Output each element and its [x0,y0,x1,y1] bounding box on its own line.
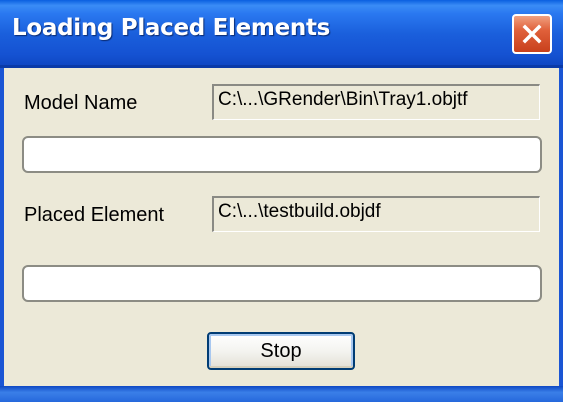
placed-element-label: Placed Element [24,204,165,226]
close-button[interactable] [512,14,552,54]
title-bar[interactable]: Loading Placed Elements [0,0,563,68]
placed-element-path-field: C:\...\testbuild.objdf [212,196,540,232]
model-name-label: Model Name [24,92,138,114]
loading-dialog: Loading Placed Elements Model Name C:\..… [0,0,563,402]
window-frame-right [559,68,563,388]
model-path-field: C:\...\GRender\Bin\Tray1.objtf [212,84,540,120]
element-progress-bar [22,265,542,302]
model-progress-bar [22,136,542,173]
dialog-title: Loading Placed Elements [12,15,331,41]
window-frame-bottom [0,386,563,402]
close-icon [522,24,542,44]
window-frame-left [0,68,4,388]
stop-button[interactable]: Stop [207,332,355,370]
